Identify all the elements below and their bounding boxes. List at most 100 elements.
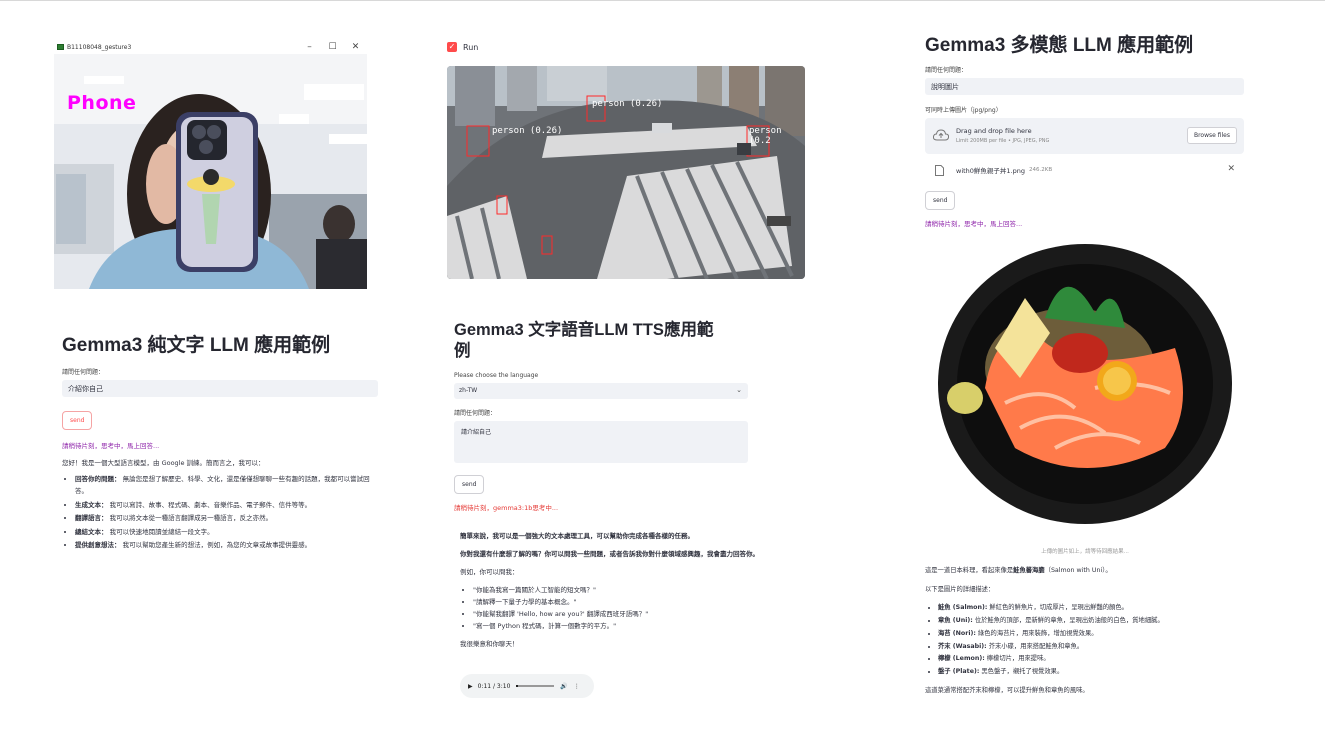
list-item-term: 盤子 (Plate): (938, 667, 980, 675)
question-textarea[interactable]: 請介紹自己 (454, 421, 748, 463)
title-line-1: Gemma3 文字語音LLM TTS應用範 (454, 321, 714, 339)
language-label: Please choose the language (454, 372, 539, 379)
status-text: 請稍待片刻，思考中，馬上回答... (62, 442, 160, 450)
list-item-desc: 檸檬切片，用來提味。 (984, 655, 1050, 663)
browse-files-button[interactable]: Browse files (1186, 127, 1237, 144)
multimodal-answer: 這是一道日本料理，看起來像是鮭魚蕃海膽（Salmon with Uni）。 以下… (925, 565, 1245, 703)
checkbox-checked-icon[interactable]: ✓ (447, 42, 457, 52)
list-item-desc: 我可以快速地閱讀並總結一段文字。 (107, 527, 214, 536)
list-item-desc: 綠色的海苔片，用來裝飾，增加視覺效果。 (975, 629, 1098, 637)
uploaded-file: with0鮮魚親子丼1.png 246.2KB ✕ (925, 162, 1245, 178)
list-item: 總結文本： 我可以快速地閱讀並總結一段文字。 (75, 526, 380, 539)
file-icon (935, 164, 944, 176)
question-label: 請問任何問題： (925, 67, 968, 74)
list-item-term: 提供創意想法： (75, 541, 121, 549)
list-item-term: 海苔 (Nori): (938, 629, 976, 637)
image-caption: 上傳的圖片如上，請等待回應結果... (1041, 549, 1129, 555)
answer-intro-text: 這是一道日本料理，看起來像是 (925, 567, 1014, 574)
list-item: "你能幫我翻譯 'Hello, how are you?' 翻譯成西班牙語嗎？" (473, 608, 780, 620)
question-input[interactable]: 說明圖片 (925, 78, 1244, 95)
question-input[interactable]: 介紹你自己 (62, 380, 378, 397)
tts-answer: 簡單來說，我可以是一個強大的文本處理工具，可以幫助你完成各種各樣的任務。 你對我… (460, 530, 780, 656)
list-item-term: 回答你的問題： (75, 474, 121, 483)
list-item-desc: 芥末小碟，用來搭配鮭魚和章魚。 (986, 642, 1084, 650)
text-llm-panel: Gemma3 純文字 LLM 應用範例 請問任何問題： 介紹你自己 send 請… (62, 330, 380, 553)
send-button[interactable]: send (454, 475, 485, 494)
list-item-desc: 我可以寫詩、故事、程式碼、劇本、音樂作品、電子郵件、信件等等。 (107, 500, 312, 509)
webcam-feed: Phone (54, 54, 367, 289)
list-item-desc: 我可以幫助您產生新的想法，例如，為您的文章或故事提供靈感。 (120, 541, 312, 549)
answer-paragraph: 簡單來說，我可以是一個強大的文本處理工具，可以幫助你完成各種各樣的任務。 (460, 532, 694, 540)
run-checkbox-row[interactable]: ✓ Run (447, 42, 478, 52)
answer-intro: 您好！我是一個大型語言模型，由 Google 訓練。簡而言之，我可以： (62, 459, 265, 467)
top-divider (0, 0, 1325, 1)
detection-label: person (0.26) (592, 99, 663, 109)
status-text: 請稍待片刻，思考中，馬上回答... (925, 220, 1023, 228)
audio-progress-slider[interactable] (516, 685, 555, 687)
list-item: 檸檬 (Lemon): 檸檬切片，用來提味。 (938, 653, 1245, 666)
list-item-term: 生成文本： (75, 500, 108, 509)
chevron-down-icon: ⌄ (736, 386, 742, 394)
list-item-desc: 黑色盤子，襯托了視覺效果。 (979, 667, 1064, 675)
language-value: zh-TW (459, 387, 478, 394)
question-label: 請問任何問題： (454, 410, 497, 417)
list-item: 鮭魚 (Salmon): 鮮紅色的鮮魚片，切成厚片，呈現出鮮豔的顏色。 (938, 602, 1245, 615)
list-item-desc: 我可以將文本從一種語言翻譯成另一種語言，反之亦然。 (107, 514, 273, 522)
webcam-image (54, 54, 367, 289)
play-icon[interactable]: ▶ (468, 683, 473, 690)
answer-list: 回答你的問題： 無論您是想了解歷史、科學、文化，還是僅僅想聊聊一些有趣的話題，我… (62, 473, 380, 552)
close-button[interactable]: ✕ (344, 42, 367, 52)
list-item: 生成文本： 我可以寫詩、故事、程式碼、劇本、音樂作品、電子郵件、信件等等。 (75, 499, 380, 512)
list-item-term: 章魚 (Uni): (938, 617, 973, 625)
question-value: 請介紹自己 (461, 429, 492, 436)
limit-text: Limit 200MB per file • JPG, JPEG, PNG (956, 138, 1050, 144)
list-item: "你能為我寫一篇關於人工智能的短文嗎？" (473, 584, 780, 596)
traffic-image (447, 66, 805, 279)
remove-file-icon[interactable]: ✕ (1227, 164, 1235, 174)
list-item: 回答你的問題： 無論您是想了解歷史、科學、文化，還是僅僅想聊聊一些有趣的話題，我… (75, 473, 380, 498)
example-list: "你能為我寫一篇關於人工智能的短文嗎？" "請解釋一下量子力學的基本概念。" "… (460, 584, 780, 632)
list-item-term: 鮭魚 (Salmon): (938, 604, 988, 612)
list-item: "寫一個 Python 程式碼，計算一個數字的平方。" (473, 620, 780, 632)
answer-end: 這道菜通常搭配芥末和檸檬，可以提升鮮魚和章魚的風味。 (925, 686, 1089, 694)
more-options-icon[interactable]: ⋮ (574, 683, 580, 690)
list-item: 章魚 (Uni): 位於鮭魚的頂部，是新鮮的章魚，呈現出奶油般的白色，質地細膩。 (938, 615, 1245, 628)
send-button[interactable]: send (925, 191, 956, 210)
list-item: 海苔 (Nori): 綠色的海苔片，用來裝飾，增加視覺效果。 (938, 628, 1245, 641)
audio-time: 0:11 / 3:10 (477, 682, 511, 690)
volume-icon[interactable]: 🔊 (560, 683, 567, 690)
answer-intro: 這是一道日本料理，看起來像是鮭魚蕃海膽（Salmon with Uni）。 (925, 565, 1245, 578)
window-title: B11108048_gesture3 (67, 43, 132, 51)
list-item-term: 檸檬 (Lemon): (938, 655, 985, 663)
answer-paragraph: 我很樂意和你聊天！ (460, 640, 519, 648)
audio-player[interactable]: ▶ 0:11 / 3:10 🔊 ⋮ (460, 674, 594, 698)
status-text: 請稍待片刻，gemma3:1b思考中... (454, 504, 559, 512)
maximize-button[interactable]: ☐ (321, 42, 344, 52)
list-item: 提供創意想法： 我可以幫助您產生新的想法，例如，為您的文章或故事提供靈感。 (75, 539, 380, 552)
window-titlebar: B11108048_gesture3 – ☐ ✕ (54, 40, 367, 54)
list-item-term: 總結文本： (75, 527, 108, 536)
dish-english-name: （Salmon with Uni）。 (1044, 567, 1112, 574)
file-size: 246.2KB (1029, 167, 1053, 173)
list-item-term: 芥末 (Wasabi): (938, 642, 987, 650)
detection-label: Phone (67, 92, 137, 114)
page-title: Gemma3 文字語音LLM TTS應用範 例 (454, 320, 748, 362)
file-dropzone[interactable]: Drag and drop file here Limit 200MB per … (925, 118, 1244, 154)
page-title: Gemma3 純文字 LLM 應用範例 (62, 335, 331, 356)
upload-label: 可同時上傳圖片（jpg/png） (925, 107, 1002, 114)
multimodal-llm-panel: Gemma3 多模態 LLM 應用範例 請問任何問題： 說明圖片 可同時上傳圖片… (925, 30, 1245, 228)
minimize-button[interactable]: – (298, 42, 321, 52)
detection-label: person (0.26) (492, 126, 563, 136)
send-button[interactable]: send (62, 411, 93, 430)
tts-llm-panel: Gemma3 文字語音LLM TTS應用範 例 Please choose th… (454, 320, 748, 512)
detail-list: 鮭魚 (Salmon): 鮮紅色的鮮魚片，切成厚片，呈現出鮮豔的顏色。章魚 (U… (925, 602, 1245, 678)
answer-paragraph: 你對我還有什麼想了解的嗎？你可以問我一些問題，或者告訴我你對什麼領域感興趣，我會… (460, 550, 759, 558)
list-item: 盤子 (Plate): 黑色盤子，襯托了視覺效果。 (938, 666, 1245, 679)
language-select[interactable]: zh-TW ⌄ (454, 383, 748, 399)
list-item-desc: 鮮紅色的鮮魚片，切成厚片，呈現出鮮豔的顏色。 (987, 604, 1128, 612)
uploaded-image (925, 238, 1245, 538)
answer-text: 您好！我是一個大型語言模型，由 Google 訓練。簡而言之，我可以： 回答你的… (62, 457, 380, 552)
list-item: 芥末 (Wasabi): 芥末小碟，用來搭配鮭魚和章魚。 (938, 641, 1245, 654)
answer-paragraph: 例如，你可以問我： (460, 568, 519, 576)
webcam-window: B11108048_gesture3 – ☐ ✕ Phone (54, 40, 367, 289)
